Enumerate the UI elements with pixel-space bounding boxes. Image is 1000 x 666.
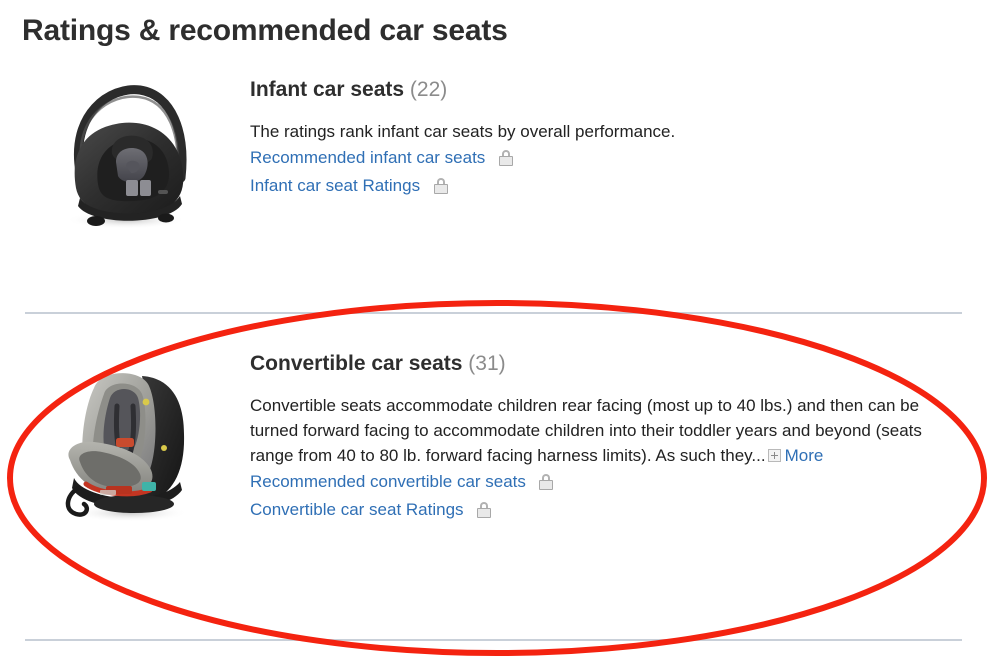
convertible-text-block: Convertible car seats (31) Convertible s… <box>250 352 1000 524</box>
convertible-car-seat-photo <box>65 373 188 522</box>
infant-heading: Infant car seats (22) <box>250 78 1000 101</box>
convertible-link-row-2: Convertible car seat Ratings <box>250 497 1000 524</box>
more-link[interactable]: More <box>785 446 824 465</box>
lock-icon <box>539 474 554 491</box>
section-row: Convertible car seats (31) Convertible s… <box>0 352 1000 529</box>
convertible-heading-count: (31) <box>468 352 506 375</box>
plus-box-icon <box>767 449 781 463</box>
convertible-link-row-1: Recommended convertible car seats <box>250 469 1000 496</box>
link-recommended-infant-car-seats[interactable]: Recommended infant car seats <box>250 148 485 167</box>
infant-description: The ratings rank infant car seats by ove… <box>250 122 676 142</box>
infant-car-seat-photo <box>66 85 187 229</box>
convertible-car-seat-thumbnail[interactable] <box>0 352 250 529</box>
page-title: Ratings & recommended car seats <box>22 14 508 47</box>
convertible-heading: Convertible car seats (31) <box>250 352 1000 375</box>
section-divider <box>25 312 962 314</box>
lock-icon <box>433 178 448 195</box>
section-infant-car-seats: Infant car seats (22) The ratings rank i… <box>0 78 1000 235</box>
section-convertible-car-seats: Convertible car seats (31) Convertible s… <box>0 352 1000 529</box>
convertible-heading-name: Convertible car seats <box>250 352 463 375</box>
infant-heading-name: Infant car seats <box>250 78 405 101</box>
ratings-car-seats-page: Ratings & recommended car seats Infant c… <box>0 0 1000 666</box>
section-divider <box>25 639 962 641</box>
infant-link-row-2: Infant car seat Ratings <box>250 173 1000 200</box>
infant-text-block: Infant car seats (22) The ratings rank i… <box>250 78 1000 200</box>
link-infant-car-seat-ratings[interactable]: Infant car seat Ratings <box>250 176 420 195</box>
lock-icon <box>498 150 513 167</box>
more-expander[interactable]: More <box>766 446 824 465</box>
infant-link-row-1: Recommended infant car seats <box>250 145 1000 172</box>
infant-heading-count: (22) <box>409 78 448 101</box>
link-convertible-car-seat-ratings[interactable]: Convertible car seat Ratings <box>250 500 464 519</box>
infant-car-seat-thumbnail[interactable] <box>0 78 250 235</box>
lock-icon <box>477 502 491 519</box>
convertible-description: Convertible seats accommodate children r… <box>250 393 922 468</box>
section-row: Infant car seats (22) The ratings rank i… <box>0 78 1000 235</box>
link-recommended-convertible-car-seats[interactable]: Recommended convertible car seats <box>250 472 526 491</box>
